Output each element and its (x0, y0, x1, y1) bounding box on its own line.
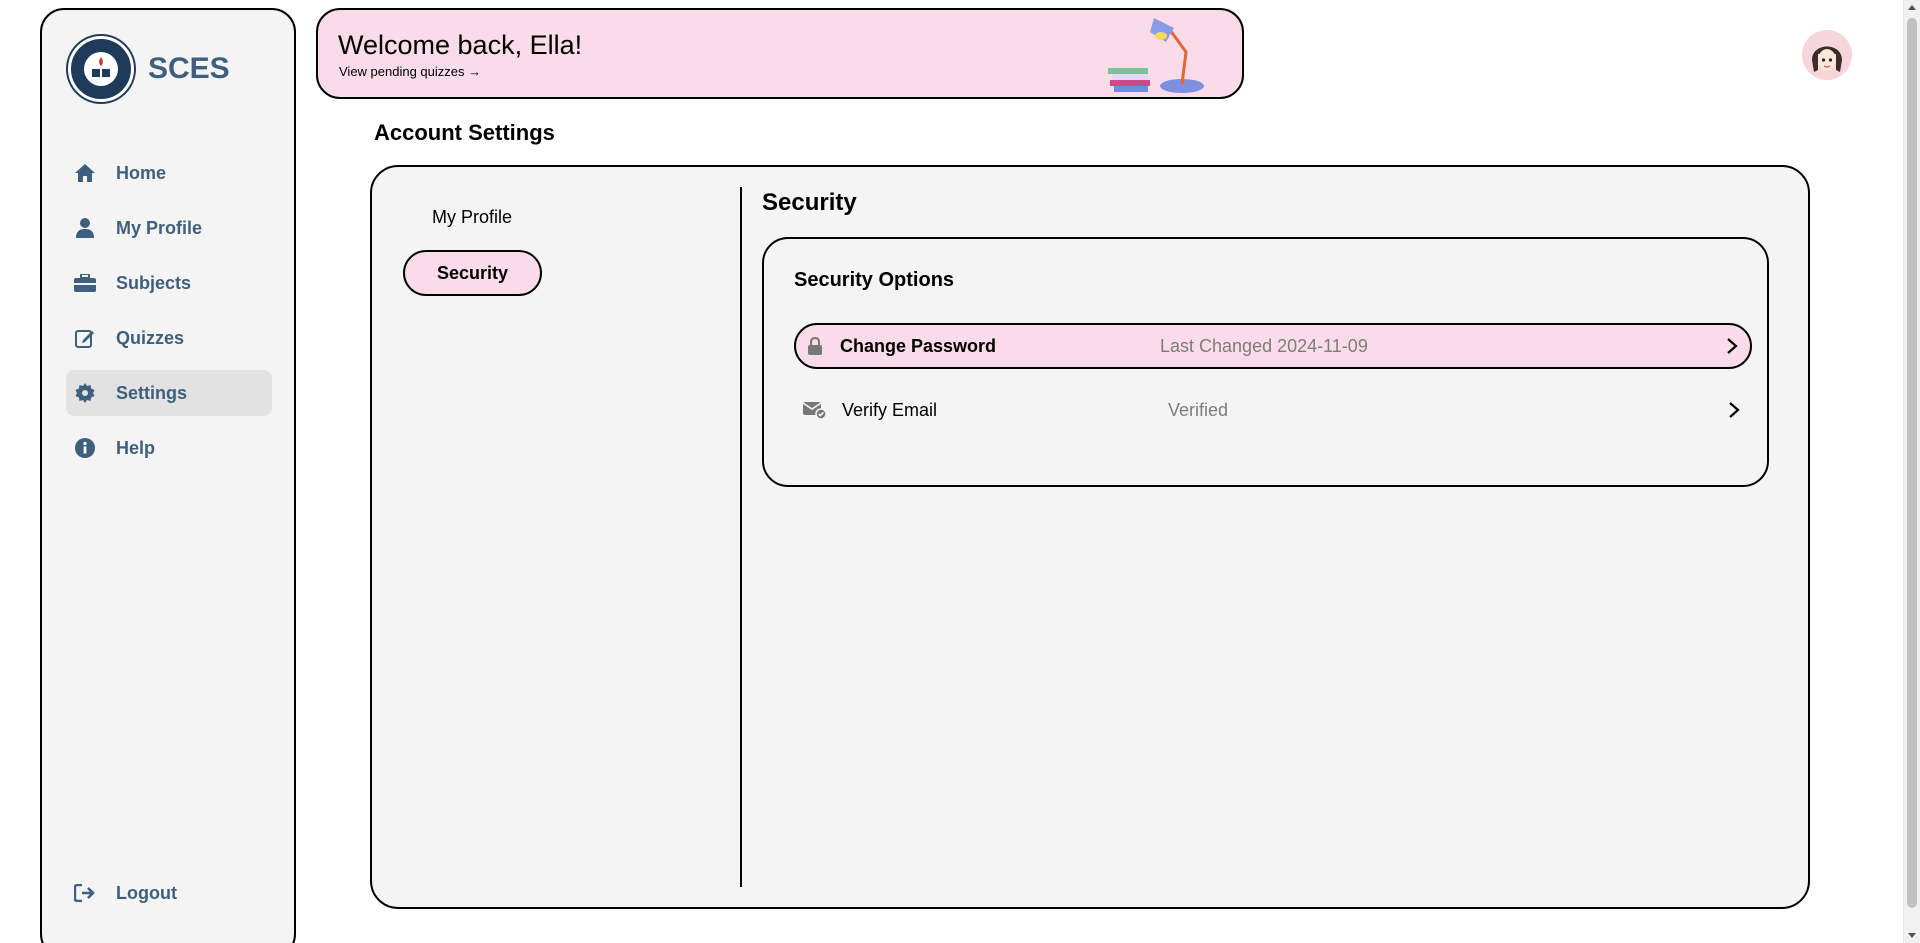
logout-button[interactable]: Logout (72, 880, 177, 906)
scrollbar-thumb[interactable] (1907, 18, 1917, 908)
home-icon (72, 160, 98, 186)
tab-my-profile[interactable]: My Profile (432, 207, 512, 228)
view-pending-quizzes-link[interactable]: View pending quizzes → (339, 64, 481, 79)
sidebar: SCES Home My Profile Subjects Quizzes Se… (40, 8, 296, 943)
logout-label: Logout (116, 882, 177, 903)
sidebar-item-label: Subjects (116, 272, 192, 293)
sidebar-item-help[interactable]: Help (66, 425, 272, 471)
scroll-down-arrow-icon[interactable] (1908, 933, 1916, 938)
sidebar-item-quizzes[interactable]: Quizzes (66, 315, 272, 361)
scroll-up-arrow-icon[interactable] (1908, 5, 1916, 10)
envelope-check-icon (802, 399, 828, 421)
section-title: Security (762, 189, 857, 216)
sidebar-item-home[interactable]: Home (66, 150, 272, 196)
chevron-right-icon (1722, 336, 1742, 356)
logout-icon (72, 880, 98, 906)
sidebar-item-settings[interactable]: Settings (66, 370, 272, 416)
welcome-title: Welcome back, Ella! (338, 30, 583, 60)
verify-email-row[interactable]: Verify Email Verified (794, 387, 1752, 433)
vertical-divider (740, 187, 742, 887)
sidebar-item-label: Home (116, 162, 167, 183)
user-icon (72, 215, 98, 241)
security-options-title: Security Options (794, 269, 955, 291)
school-seal-icon (73, 41, 129, 97)
briefcase-icon (72, 270, 98, 296)
security-options-card: Security Options Change Password Last Ch… (762, 237, 1769, 487)
change-password-row[interactable]: Change Password Last Changed 2024-11-09 (794, 323, 1752, 369)
sidebar-item-label: Help (116, 437, 156, 458)
sidebar-item-my-profile[interactable]: My Profile (66, 205, 272, 251)
sidebar-item-label: Quizzes (116, 327, 185, 348)
change-password-status: Last Changed 2024-11-09 (1160, 335, 1368, 356)
brand-name: SCES (148, 52, 230, 85)
sidebar-nav: Home My Profile Subjects Quizzes Setting… (66, 150, 272, 480)
sidebar-item-label: My Profile (116, 217, 203, 238)
school-logo (68, 36, 134, 102)
avatar-girl-icon (1802, 30, 1852, 80)
edit-icon (72, 325, 98, 351)
vertical-scrollbar[interactable] (1903, 0, 1920, 943)
page-title: Account Settings (374, 120, 555, 145)
verify-email-label: Verify Email (842, 399, 938, 420)
welcome-banner: Welcome back, Ella! View pending quizzes… (316, 8, 1244, 99)
tab-security[interactable]: Security (403, 250, 542, 296)
settings-panel: My Profile Security Security Security Op… (370, 165, 1810, 909)
lock-icon (804, 335, 826, 357)
info-icon (72, 435, 98, 461)
user-avatar[interactable] (1802, 30, 1852, 80)
chevron-right-icon (1724, 400, 1744, 420)
brand[interactable]: SCES (68, 36, 230, 102)
change-password-label: Change Password (840, 335, 997, 356)
verify-email-status: Verified (1168, 399, 1229, 420)
app-page: SCES Home My Profile Subjects Quizzes Se… (0, 0, 1920, 943)
desk-lamp-books-illustration (1108, 18, 1204, 93)
sidebar-item-subjects[interactable]: Subjects (66, 260, 272, 306)
sidebar-item-label: Settings (116, 382, 188, 403)
gear-icon (72, 380, 98, 406)
